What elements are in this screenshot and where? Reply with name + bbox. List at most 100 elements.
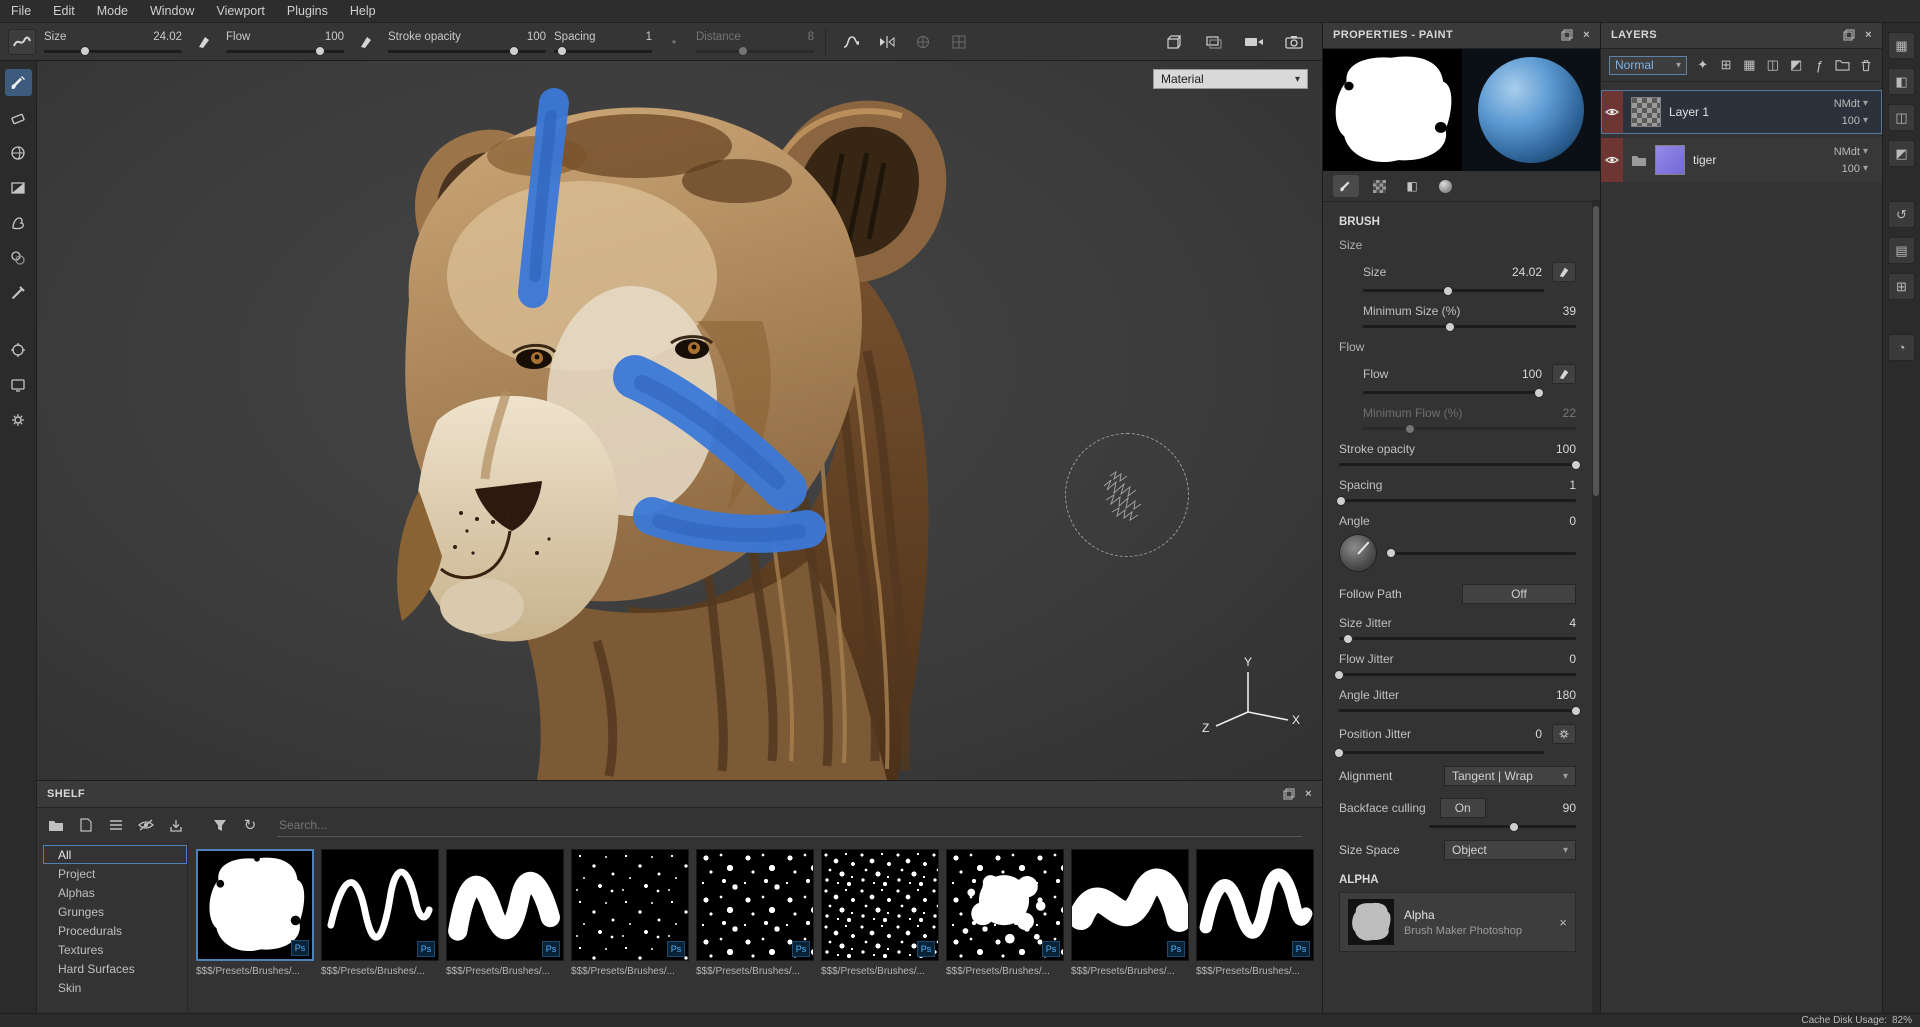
add-layer-icon[interactable]: ⊞ [1718, 56, 1733, 75]
stroke-opacity-slider[interactable] [388, 50, 546, 53]
brush-item[interactable]: Ps $$$/Presets/Brushes/... [821, 849, 939, 1014]
polygon-fill-tool[interactable] [5, 174, 32, 201]
flow-value[interactable]: 100 [1522, 367, 1542, 381]
close-icon[interactable]: × [1865, 29, 1872, 41]
history-icon[interactable]: ↺ [1888, 201, 1915, 228]
layer-row[interactable]: tiger NMdt▾ 100▾ [1601, 138, 1882, 182]
display-stack-icon[interactable] [1200, 29, 1228, 55]
alignment-dropdown[interactable]: Tangent | Wrap ▾ [1444, 766, 1576, 786]
flow-jitter-slider[interactable] [1339, 673, 1576, 676]
gear-icon[interactable] [1552, 724, 1576, 744]
brush-item[interactable]: Ps $$$/Presets/Brushes/... [196, 849, 314, 1014]
brush-item[interactable]: Ps $$$/Presets/Brushes/... [571, 849, 689, 1014]
slider-handle[interactable] [557, 46, 567, 56]
menu-plugins[interactable]: Plugins [276, 4, 339, 18]
size-jitter-slider[interactable] [1339, 637, 1576, 640]
plugin-settings-icon[interactable] [5, 406, 32, 433]
refresh-icon[interactable]: ↻ [239, 815, 261, 835]
dock-icon[interactable] [1843, 29, 1855, 41]
size-pressure-toggle-icon[interactable] [1552, 262, 1576, 282]
spacing-slider[interactable] [1339, 499, 1576, 502]
texture-list-icon[interactable]: ⊞ [1888, 273, 1915, 300]
minimum-size-slider[interactable] [1363, 325, 1576, 328]
backface-culling-slider[interactable] [1429, 825, 1576, 828]
slider-handle[interactable] [1443, 286, 1453, 296]
symmetry-icon[interactable] [873, 29, 901, 55]
slider-handle[interactable] [509, 46, 519, 56]
menu-help[interactable]: Help [339, 4, 387, 18]
tab-alpha[interactable] [1366, 175, 1392, 197]
category-textures[interactable]: Textures [43, 940, 187, 959]
add-effect-icon[interactable]: ✦ [1695, 56, 1710, 75]
backface-culling-amount[interactable]: 90 [1563, 801, 1576, 815]
slider-handle[interactable] [1336, 496, 1346, 506]
clone-tool[interactable] [5, 244, 32, 271]
follow-path-toggle[interactable]: Off [1462, 584, 1576, 604]
brush-item[interactable]: Ps $$$/Presets/Brushes/... [1196, 849, 1314, 1014]
flow-pressure-toggle-icon[interactable] [352, 29, 380, 55]
properties-scrollbar[interactable] [1592, 200, 1600, 1014]
size-pressure-toggle-icon[interactable] [190, 29, 218, 55]
slider-handle[interactable] [1571, 706, 1581, 716]
category-grunges[interactable]: Grunges [43, 902, 187, 921]
category-skin[interactable]: Skin [43, 978, 187, 997]
add-mask-icon[interactable]: ◫ [1765, 56, 1780, 75]
menu-viewport[interactable]: Viewport [205, 4, 275, 18]
lazy-mouse-icon[interactable] [837, 29, 865, 55]
search-input[interactable] [277, 814, 1302, 837]
camera-settings-icon[interactable]: ◩ [1888, 140, 1915, 167]
stroke-opacity-slider[interactable] [1339, 463, 1576, 466]
add-fill-layer-icon[interactable]: ▦ [1742, 56, 1757, 75]
category-alphas[interactable]: Alphas [43, 883, 187, 902]
slider-handle[interactable] [1509, 822, 1519, 832]
display-settings-icon[interactable]: ◫ [1888, 104, 1915, 131]
tab-brush[interactable] [1333, 175, 1359, 197]
menu-edit[interactable]: Edit [42, 4, 86, 18]
category-project[interactable]: Project [43, 864, 187, 883]
camera-video-icon[interactable] [1240, 29, 1268, 55]
angle-value[interactable]: 0 [1569, 514, 1576, 528]
category-all[interactable]: All [43, 845, 187, 864]
flow-pressure-toggle-icon[interactable] [1552, 364, 1576, 384]
log-icon[interactable]: ▤ [1888, 237, 1915, 264]
layer-visibility-toggle[interactable] [1601, 138, 1623, 182]
add-filter-icon[interactable]: ƒ [1812, 56, 1827, 75]
category-hard-surfaces[interactable]: Hard Surfaces [43, 959, 187, 978]
paint-tool[interactable] [5, 69, 32, 96]
layer-channels[interactable]: NMdt [1834, 146, 1860, 158]
size-slider[interactable] [44, 50, 182, 53]
display-settings-tool-icon[interactable] [5, 371, 32, 398]
tab-stencil[interactable]: ◧ [1399, 175, 1425, 197]
angle-jitter-slider[interactable] [1339, 709, 1576, 712]
shader-settings-icon[interactable]: ◧ [1888, 68, 1915, 95]
alpha-resource-card[interactable]: Alpha Brush Maker Photoshop × [1339, 892, 1576, 952]
flow-slider[interactable] [226, 50, 344, 53]
scrollbar-thumb[interactable] [1593, 206, 1599, 496]
menu-window[interactable]: Window [139, 4, 205, 18]
angle-slider[interactable] [1391, 552, 1576, 555]
size-slider[interactable] [1363, 289, 1544, 292]
size-space-dropdown[interactable]: Object ▾ [1444, 840, 1576, 860]
brush-item[interactable]: Ps $$$/Presets/Brushes/... [446, 849, 564, 1014]
remove-alpha-icon[interactable]: × [1559, 915, 1567, 930]
dock-icon[interactable] [1561, 29, 1573, 41]
resources-icon[interactable] [5, 336, 32, 363]
perspective-box-icon[interactable] [1160, 29, 1188, 55]
size-value[interactable]: 24.02 [1512, 265, 1542, 279]
size-jitter-value[interactable]: 4 [1569, 616, 1576, 630]
smudge-tool[interactable] [5, 209, 32, 236]
stroke-opacity-value[interactable]: 100 [1556, 442, 1576, 456]
layer-thumbnail[interactable] [1655, 145, 1685, 175]
backface-culling-toggle[interactable]: On [1440, 798, 1486, 818]
folder-icon[interactable] [45, 815, 67, 835]
screenshot-camera-icon[interactable] [1280, 29, 1308, 55]
slider-handle[interactable] [315, 46, 325, 56]
flow-value[interactable]: 100 [325, 31, 344, 43]
layer-visibility-toggle[interactable] [1601, 90, 1623, 134]
eraser-tool[interactable] [5, 104, 32, 131]
clock-icon[interactable]: ◔ [1888, 334, 1915, 361]
tab-material[interactable] [1432, 175, 1458, 197]
shading-mode-dropdown[interactable]: Material ▾ [1153, 69, 1308, 89]
close-icon[interactable]: × [1583, 29, 1590, 41]
spacing-value[interactable]: 1 [646, 31, 652, 43]
